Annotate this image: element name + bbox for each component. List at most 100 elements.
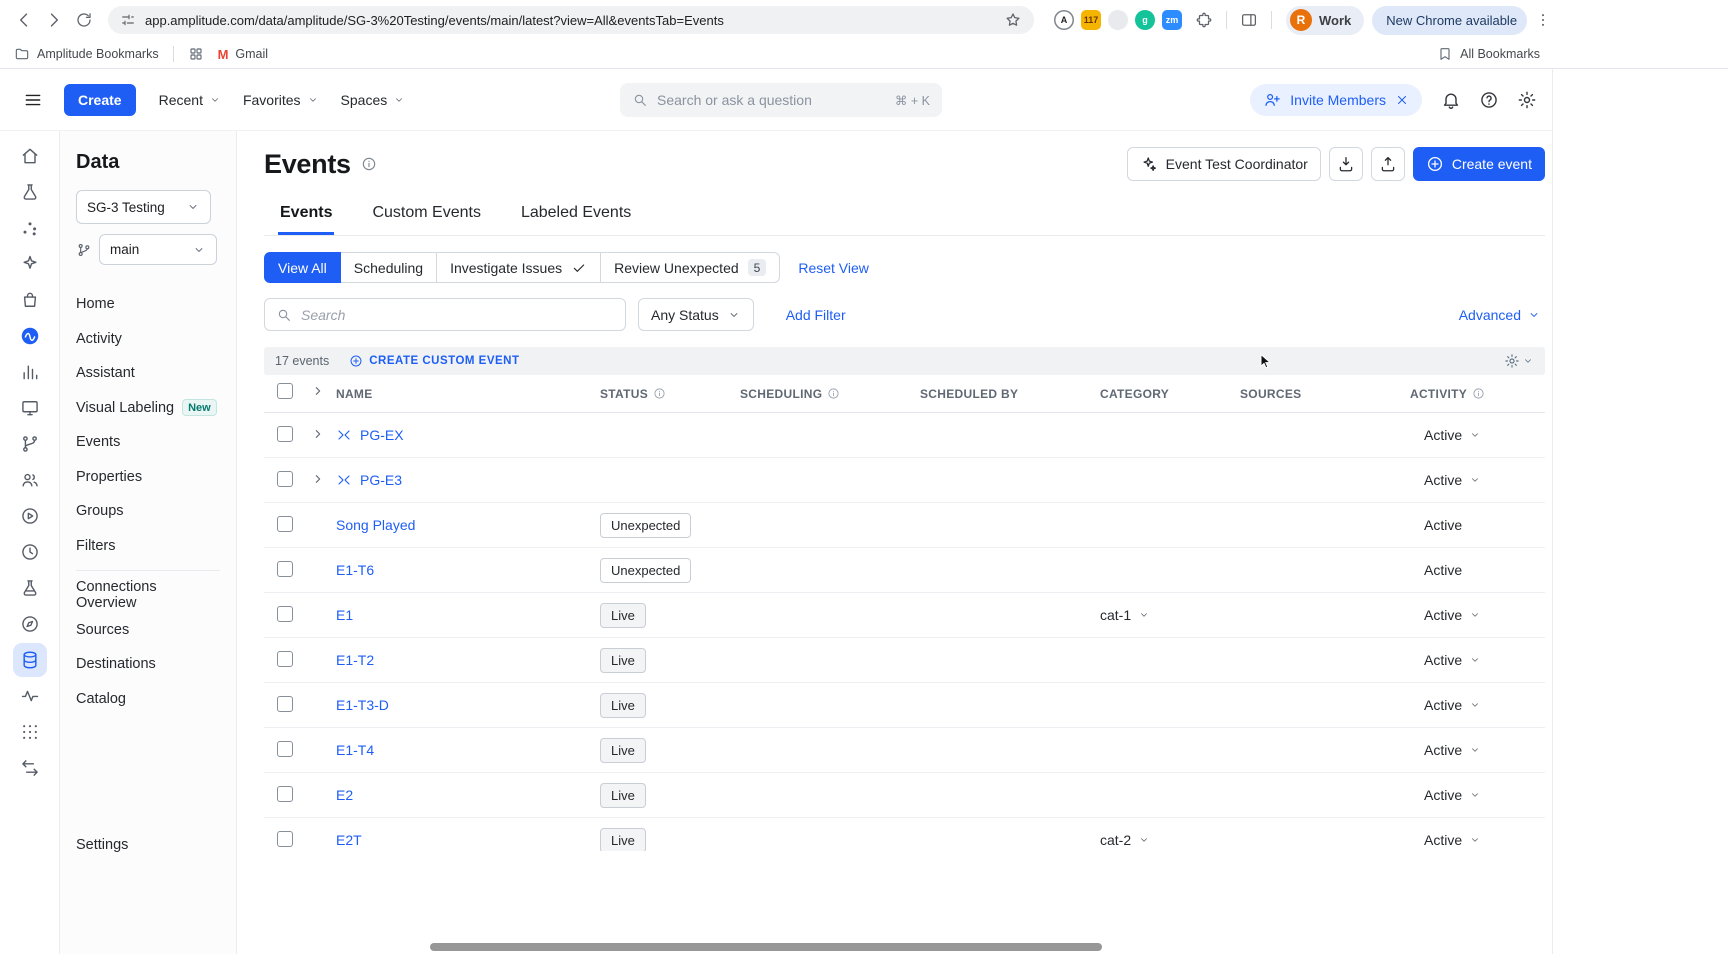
rail-bag-icon[interactable] — [13, 283, 47, 317]
menu-recent[interactable]: Recent — [148, 84, 232, 116]
sidebar-item-activity[interactable]: Activity — [76, 322, 220, 357]
event-name-link[interactable]: E2T — [336, 832, 362, 848]
extension-icon[interactable]: zm — [1162, 10, 1182, 30]
rail-scatter-icon[interactable] — [13, 211, 47, 245]
sidebar-item-groups[interactable]: Groups — [76, 494, 220, 529]
chrome-update-button[interactable]: New Chrome available — [1372, 6, 1527, 35]
info-icon[interactable] — [361, 156, 377, 172]
sidebar-item-sources[interactable]: Sources — [76, 613, 220, 648]
extension-icon[interactable]: g — [1135, 10, 1155, 30]
dismiss-invite-icon[interactable] — [1395, 93, 1409, 107]
add-filter-link[interactable]: Add Filter — [786, 307, 846, 323]
forward-button[interactable] — [40, 6, 68, 34]
activity-select[interactable]: Active — [1424, 607, 1481, 623]
row-checkbox[interactable] — [277, 651, 293, 667]
sidebar-item-home[interactable]: Home — [76, 287, 220, 322]
row-checkbox[interactable] — [277, 606, 293, 622]
status-filter-select[interactable]: Any Status — [638, 298, 754, 331]
rail-swap-icon[interactable] — [13, 751, 47, 785]
category-select[interactable]: cat-1 — [1100, 607, 1150, 623]
category-select[interactable]: cat-2 — [1100, 832, 1150, 848]
settings-gear-icon[interactable] — [1510, 83, 1544, 117]
bookmark-gmail[interactable]: M Gmail — [218, 47, 269, 62]
expand-row-button[interactable] — [310, 471, 326, 487]
event-name-link[interactable]: E1-T3-D — [336, 697, 389, 713]
reset-view-link[interactable]: Reset View — [798, 260, 869, 276]
rail-home-icon[interactable] — [13, 139, 47, 173]
profile-button[interactable]: R Work — [1286, 6, 1364, 35]
global-search-input[interactable] — [657, 92, 886, 108]
column-header-scheduling[interactable]: SCHEDULING — [740, 387, 920, 401]
rail-play-circle-icon[interactable] — [13, 499, 47, 533]
investigate-issues-chip[interactable]: Investigate Issues — [436, 252, 601, 283]
sidebar-item-filters[interactable]: Filters — [76, 529, 220, 564]
sidebar-item-visual-labeling[interactable]: Visual LabelingNew — [76, 391, 220, 426]
column-header-activity[interactable]: ACTIVITY — [1410, 387, 1545, 401]
rail-monitor-icon[interactable] — [13, 391, 47, 425]
project-select[interactable]: SG-3 Testing — [76, 190, 211, 224]
back-button[interactable] — [10, 6, 38, 34]
event-name-link[interactable]: Song Played — [336, 517, 415, 533]
hamburger-menu-icon[interactable] — [18, 85, 48, 115]
rail-pulse-icon[interactable] — [13, 679, 47, 713]
sidebar-item-events[interactable]: Events — [76, 425, 220, 460]
scheduling-chip[interactable]: Scheduling — [340, 252, 437, 283]
rail-compass-icon[interactable] — [13, 607, 47, 641]
activity-select[interactable]: Active — [1424, 787, 1481, 803]
column-settings-button[interactable] — [1504, 353, 1534, 369]
branch-select[interactable]: main — [99, 234, 217, 265]
sidebar-item-connections-overview[interactable]: Connections Overview — [76, 578, 220, 613]
select-all-checkbox[interactable] — [277, 383, 293, 399]
extensions-puzzle-icon[interactable] — [1190, 6, 1218, 34]
all-bookmarks-button[interactable]: All Bookmarks — [1437, 46, 1540, 62]
rail-grid-dots-icon[interactable] — [13, 715, 47, 749]
column-header-category[interactable]: CATEGORY — [1100, 387, 1240, 401]
activity-select[interactable]: Active — [1424, 472, 1481, 488]
row-checkbox[interactable] — [277, 786, 293, 802]
expand-all-button[interactable] — [310, 383, 326, 399]
row-checkbox[interactable] — [277, 741, 293, 757]
event-name-link[interactable]: E1-T4 — [336, 742, 374, 758]
activity-select[interactable]: Active — [1424, 742, 1481, 758]
row-checkbox[interactable] — [277, 426, 293, 442]
event-name-link[interactable]: E1-T6 — [336, 562, 374, 578]
rail-sparkle-icon[interactable] — [13, 247, 47, 281]
row-checkbox[interactable] — [277, 516, 293, 532]
rail-users-icon[interactable] — [13, 463, 47, 497]
sidebar-item-destinations[interactable]: Destinations — [76, 647, 220, 682]
menu-spaces[interactable]: Spaces — [330, 84, 417, 116]
table-search[interactable] — [264, 298, 626, 331]
event-name-link[interactable]: PG-E3 — [360, 472, 402, 488]
global-search[interactable]: ⌘ + K — [620, 83, 942, 117]
sidebar-item-catalog[interactable]: Catalog — [76, 682, 220, 717]
tab-custom-events[interactable]: Custom Events — [370, 194, 482, 235]
bookmark-star-icon[interactable] — [1004, 11, 1022, 29]
tab-events[interactable]: Events — [278, 194, 334, 235]
rail-bar-chart-icon[interactable] — [13, 355, 47, 389]
view-all-chip[interactable]: View All — [264, 252, 341, 283]
browser-menu-kebab-icon[interactable] — [1529, 6, 1557, 34]
sidebar-item-properties[interactable]: Properties — [76, 460, 220, 495]
apps-grid-button[interactable] — [188, 46, 204, 62]
table-search-input[interactable] — [301, 307, 614, 323]
notifications-bell-icon[interactable] — [1434, 83, 1468, 117]
event-test-coordinator-button[interactable]: Event Test Coordinator — [1127, 147, 1321, 181]
export-upload-button[interactable] — [1371, 147, 1405, 181]
expand-row-button[interactable] — [310, 426, 326, 442]
horizontal-scrollbar-thumb[interactable] — [430, 943, 1102, 951]
review-unexpected-chip[interactable]: Review Unexpected 5 — [600, 252, 780, 283]
site-settings-icon[interactable] — [120, 12, 136, 28]
event-name-link[interactable]: E1-T2 — [336, 652, 374, 668]
extension-icon[interactable]: 117 — [1081, 10, 1101, 30]
side-panel-icon[interactable] — [1235, 6, 1263, 34]
bookmarks-folder[interactable]: Amplitude Bookmarks — [14, 46, 159, 62]
row-checkbox[interactable] — [277, 471, 293, 487]
activity-select[interactable]: Active — [1424, 832, 1481, 848]
activity-select[interactable]: Active — [1424, 697, 1481, 713]
activity-select[interactable]: Active — [1424, 652, 1481, 668]
sidebar-item-assistant[interactable]: Assistant — [76, 356, 220, 391]
rail-flask-icon[interactable] — [13, 571, 47, 605]
help-icon[interactable] — [1472, 83, 1506, 117]
create-custom-event-link[interactable]: CREATE CUSTOM EVENT — [349, 354, 519, 368]
rail-beaker-icon[interactable] — [13, 175, 47, 209]
